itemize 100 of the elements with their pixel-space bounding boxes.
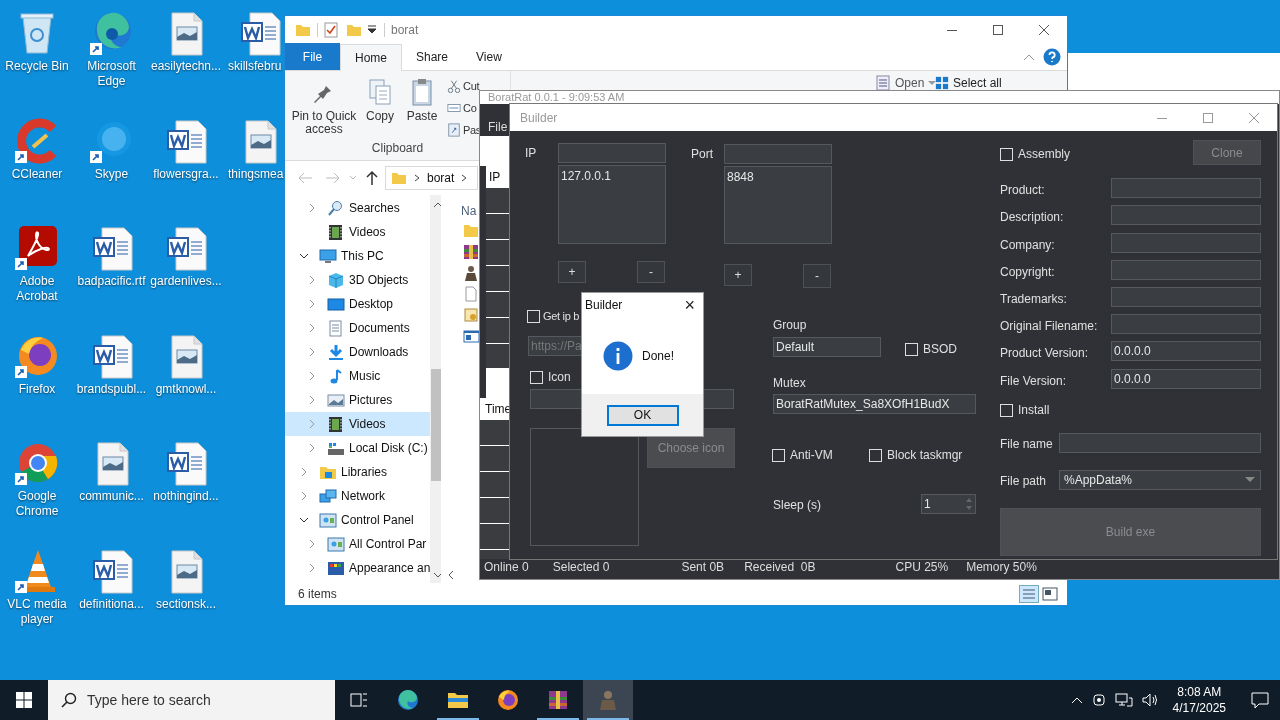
ribbon-button[interactable]: Copy bbox=[363, 77, 397, 139]
desktop-icon-label[interactable]: badpacific.rtf bbox=[77, 274, 146, 289]
ribbon-button[interactable]: Paste bbox=[401, 77, 443, 139]
desktop-icon-label[interactable]: gardenlives... bbox=[150, 274, 222, 289]
desktop-icon-label[interactable]: Recycle Bin bbox=[5, 59, 69, 74]
column-header[interactable]: Na bbox=[461, 199, 477, 223]
nav-item[interactable]: Searches bbox=[285, 196, 431, 220]
text-field[interactable]: 0.0.0.0 bbox=[1111, 369, 1261, 389]
nav-item[interactable]: All Control Par bbox=[285, 532, 431, 556]
desktop-icon-label[interactable]: Firefox bbox=[18, 381, 56, 397]
ribbon-button[interactable]: Co bbox=[447, 99, 477, 117]
desktop-icon-label[interactable]: nothingind... bbox=[153, 489, 219, 504]
list-box[interactable]: 8848 bbox=[724, 166, 832, 244]
text-field[interactable] bbox=[1111, 233, 1261, 253]
text-field[interactable] bbox=[1059, 433, 1261, 453]
nav-item[interactable]: Pictures bbox=[285, 388, 431, 412]
copy-path-icon bbox=[447, 101, 461, 115]
checkbox[interactable]: Anti-VM bbox=[772, 446, 833, 464]
button[interactable]: - bbox=[803, 264, 831, 288]
folder-icon bbox=[391, 171, 407, 185]
column-header[interactable]: IP bbox=[486, 166, 510, 188]
checkbox[interactable]: Install bbox=[1000, 401, 1050, 419]
desktop-icon-label[interactable]: communic... bbox=[79, 489, 144, 504]
desktop-icon-label[interactable]: Adobe Acrobat bbox=[0, 274, 74, 304]
number-spinner[interactable]: 1 bbox=[921, 494, 976, 514]
nav-item[interactable]: Appearance an bbox=[285, 556, 431, 580]
nav-item[interactable]: Music bbox=[285, 364, 431, 388]
dropdown-caret-icon bbox=[349, 175, 357, 181]
checkbox[interactable]: Block taskmgr bbox=[869, 446, 963, 464]
ribbon-button[interactable]: Cut bbox=[447, 77, 480, 95]
breadcrumb-item[interactable]: borat bbox=[427, 169, 455, 187]
ribbon-tab[interactable]: Home bbox=[340, 44, 402, 71]
nav-item[interactable]: Documents bbox=[285, 316, 431, 340]
field-label: Product: bbox=[1000, 182, 1045, 199]
checkbox[interactable]: Icon bbox=[530, 368, 571, 386]
desktop-icon-label[interactable]: VLC media player bbox=[0, 596, 74, 627]
text-field[interactable] bbox=[1111, 205, 1261, 225]
desktop-icon-label[interactable]: sectionsk... bbox=[156, 596, 216, 612]
nav-item[interactable]: This PC bbox=[285, 244, 431, 268]
close-icon bbox=[1039, 24, 1049, 35]
text-field[interactable] bbox=[724, 144, 832, 164]
desktop-icon-label[interactable]: definitiona... bbox=[79, 596, 144, 612]
chevron-icon bbox=[307, 323, 317, 333]
address-bar[interactable]: borat bbox=[385, 166, 478, 190]
checkbox[interactable]: BSOD bbox=[905, 340, 957, 358]
chevron-icon bbox=[307, 563, 317, 573]
button[interactable]: - bbox=[637, 261, 665, 283]
desktop-icon-label[interactable]: Google Chrome bbox=[0, 489, 74, 519]
dropdown[interactable]: %AppData% bbox=[1059, 470, 1261, 490]
caret-icon bbox=[928, 80, 937, 86]
nav-item[interactable]: Libraries bbox=[285, 460, 431, 484]
text-field[interactable] bbox=[1111, 260, 1261, 280]
desktop-icon-label[interactable]: CCleaner bbox=[11, 166, 63, 182]
desktop-icon-label[interactable]: skillsfebru bbox=[228, 59, 282, 74]
text-field[interactable] bbox=[1111, 287, 1261, 307]
close-button[interactable]: × bbox=[684, 296, 695, 314]
nav-item[interactable]: Local Disk (C:) bbox=[285, 436, 431, 460]
text-field[interactable]: BoratRatMutex_Sa8XOfH1BudX bbox=[773, 394, 976, 414]
select-all-button[interactable]: Select all bbox=[935, 76, 1002, 90]
text-field[interactable]: 0.0.0.0 bbox=[1111, 341, 1261, 361]
list-item[interactable]: 127.0.0.1 bbox=[561, 167, 665, 185]
ribbon-tab[interactable]: View bbox=[462, 43, 516, 70]
button[interactable]: + bbox=[724, 264, 752, 286]
desktop-icon-label[interactable]: Skype bbox=[94, 166, 129, 182]
clock[interactable]: 8:08 AM 4/17/2025 bbox=[1166, 684, 1232, 716]
text-field[interactable] bbox=[558, 143, 666, 163]
nav-item[interactable]: Desktop bbox=[285, 292, 431, 316]
desktop-icon-label[interactable]: gmtknowl... bbox=[155, 381, 217, 397]
scroll-thumb[interactable] bbox=[431, 369, 441, 481]
button[interactable]: + bbox=[558, 261, 586, 283]
ribbon-tab[interactable]: File bbox=[285, 43, 340, 70]
thumbnail-view-icon bbox=[1041, 585, 1059, 603]
folder-icon bbox=[463, 223, 479, 239]
list-item[interactable]: 8848 bbox=[727, 168, 831, 186]
desktop-icon-label[interactable]: easilytechn... bbox=[150, 59, 221, 74]
nav-item[interactable]: Videos bbox=[285, 412, 431, 436]
ribbon-button[interactable]: Pin to Quick access bbox=[289, 77, 359, 139]
magnifier-icon bbox=[327, 199, 345, 217]
desktop-icon-label[interactable]: thingsmea bbox=[228, 166, 284, 182]
menu-item[interactable]: File bbox=[488, 118, 510, 132]
ribbon-tab[interactable]: Share bbox=[402, 43, 463, 70]
desktop-icon-label[interactable]: flowersgra... bbox=[153, 166, 219, 182]
checkbox[interactable]: Assembly bbox=[1000, 145, 1070, 163]
text-field[interactable] bbox=[1111, 314, 1261, 334]
setup-icon bbox=[463, 307, 479, 323]
text-field[interactable]: Default bbox=[773, 337, 881, 357]
ok-button[interactable]: OK bbox=[606, 404, 679, 426]
nav-item[interactable]: Control Panel bbox=[285, 508, 431, 532]
nav-item[interactable]: Network bbox=[285, 484, 431, 508]
text-field[interactable] bbox=[1111, 178, 1261, 198]
desktop-icon-label[interactable]: brandspubl... bbox=[76, 381, 147, 397]
nav-item[interactable]: Downloads bbox=[285, 340, 431, 364]
checkbox[interactable]: Get ip b bbox=[527, 308, 580, 325]
taskbar-app[interactable] bbox=[583, 680, 633, 720]
nav-item[interactable]: 3D Objects bbox=[285, 268, 431, 292]
search-field[interactable]: Type here to search bbox=[48, 680, 335, 720]
nav-item[interactable]: Videos bbox=[285, 220, 431, 244]
desktop-icon-label[interactable]: Microsoft Edge bbox=[74, 59, 149, 89]
field-label: Copyright: bbox=[1000, 264, 1055, 281]
list-box[interactable]: 127.0.0.1 bbox=[558, 165, 666, 244]
